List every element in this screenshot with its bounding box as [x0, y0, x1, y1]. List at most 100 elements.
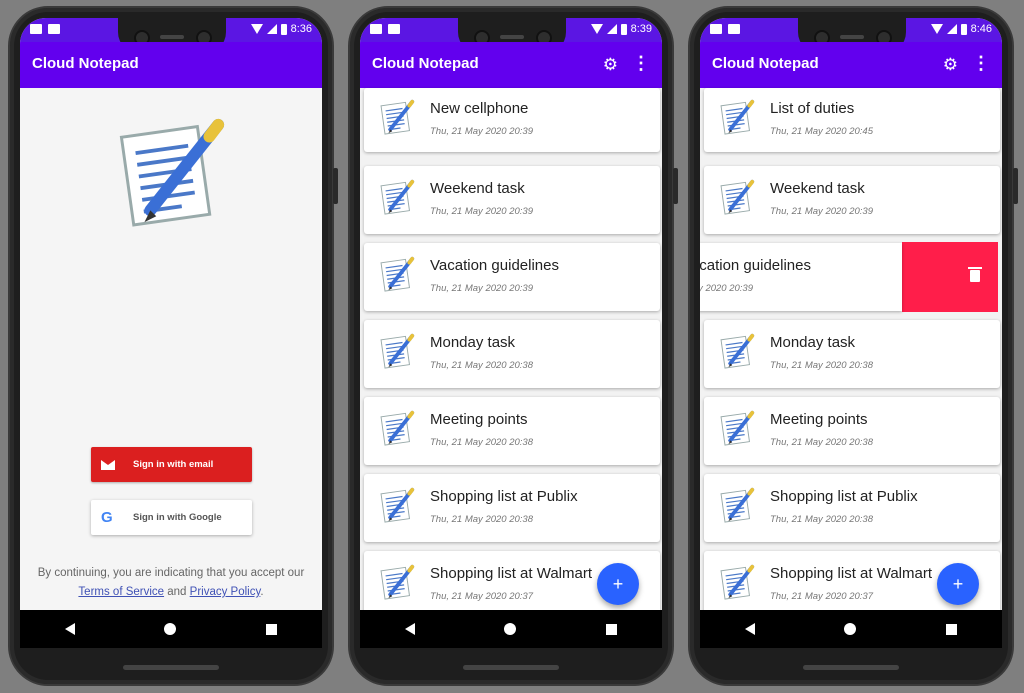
note-icon [718, 409, 756, 447]
note-card[interactable]: Weekend task Thu, 21 May 2020 20:39 [704, 166, 1000, 234]
note-card[interactable]: Weekend task Thu, 21 May 2020 20:39 [364, 166, 660, 234]
app-bar: Cloud Notepad ⚙ ⋮ [700, 42, 1002, 88]
signal-icon [266, 24, 277, 34]
screen: 8:36 Cloud Notepad Sign in with email G … [20, 18, 322, 648]
note-date: Thu, 21 May 2020 20:37 [770, 591, 873, 602]
back-icon[interactable] [744, 623, 755, 635]
app-bar: Cloud Notepad ⚙ ⋮ [360, 42, 662, 88]
note-card[interactable]: Shopping list at Publix Thu, 21 May 2020 … [704, 474, 1000, 542]
gear-icon[interactable]: ⚙ [603, 55, 618, 75]
note-icon [378, 178, 416, 216]
note-card[interactable]: Meeting points Thu, 21 May 2020 20:38 [704, 397, 1000, 465]
back-icon[interactable] [404, 623, 415, 635]
notification-icon [370, 24, 382, 34]
swipe-delete-background[interactable] [902, 242, 998, 312]
note-date: Thu, 21 May 2020 20:39 [700, 283, 753, 294]
power-button [673, 168, 678, 204]
battery-icon [960, 23, 967, 35]
note-icon [378, 332, 416, 370]
home-icon[interactable] [164, 623, 177, 635]
note-icon [718, 486, 756, 524]
battery-icon [280, 23, 287, 35]
note-icon [718, 563, 756, 601]
speaker-grill [840, 35, 864, 39]
more-vert-icon[interactable]: ⋮ [972, 53, 990, 74]
note-icon [378, 98, 416, 136]
signal-icon [606, 24, 617, 34]
add-note-button[interactable]: + [937, 563, 979, 605]
speaker-grill [160, 35, 184, 39]
note-card[interactable]: Monday task Thu, 21 May 2020 20:38 [704, 320, 1000, 388]
note-title: Shopping list at Publix [770, 488, 918, 505]
note-date: Thu, 21 May 2020 20:39 [430, 126, 533, 137]
note-card[interactable]: List of duties Thu, 21 May 2020 20:45 [704, 88, 1000, 152]
system-nav-bar [700, 610, 1002, 648]
wifi-icon [590, 24, 603, 34]
note-date: Thu, 21 May 2020 20:38 [770, 437, 873, 448]
sign-in-google-label: Sign in with Google [133, 512, 222, 523]
recents-icon[interactable] [946, 623, 958, 635]
google-icon: G [101, 509, 113, 526]
battery-icon [620, 23, 627, 35]
signal-icon [946, 24, 957, 34]
note-title: Monday task [770, 334, 856, 351]
screen: 8:39 Cloud Notepad ⚙ ⋮ New cellphone Thu,… [360, 18, 662, 648]
wifi-icon [250, 24, 263, 34]
home-icon[interactable] [844, 623, 857, 635]
speaker-bottom [463, 665, 559, 670]
note-date: Thu, 21 May 2020 20:39 [770, 206, 873, 217]
note-icon [378, 486, 416, 524]
note-card[interactable]: Meeting points Thu, 21 May 2020 20:38 [364, 397, 660, 465]
home-icon[interactable] [504, 623, 517, 635]
notepad-logo [112, 110, 230, 234]
recents-icon[interactable] [606, 623, 618, 635]
note-date: Thu, 21 May 2020 20:38 [430, 514, 533, 525]
sim-icon [48, 24, 60, 34]
login-screen: Sign in with email G Sign in with Google… [20, 88, 322, 620]
note-card-swiped[interactable]: Vacation guidelines Thu, 21 May 2020 20:3… [700, 243, 902, 311]
app-title: Cloud Notepad [712, 55, 819, 72]
note-icon [378, 563, 416, 601]
note-card[interactable]: Vacation guidelines Thu, 21 May 2020 20:3… [364, 243, 660, 311]
back-icon[interactable] [64, 623, 75, 635]
note-card[interactable]: Shopping list at Publix Thu, 21 May 2020 … [364, 474, 660, 542]
note-title: Weekend task [770, 180, 865, 197]
app-bar: Cloud Notepad [20, 42, 322, 88]
note-icon [378, 409, 416, 447]
note-date: Thu, 21 May 2020 20:37 [430, 591, 533, 602]
app-title: Cloud Notepad [372, 55, 479, 72]
phone-swipe-delete: 8:46 Cloud Notepad ⚙ ⋮ List of duties Thu… [688, 6, 1018, 686]
note-title: Vacation guidelines [700, 257, 811, 274]
privacy-policy-link[interactable]: Privacy Policy [190, 586, 261, 598]
sim-icon [388, 24, 400, 34]
note-title: Vacation guidelines [430, 257, 559, 274]
note-title: Meeting points [430, 411, 528, 428]
trash-icon[interactable] [968, 267, 982, 282]
screen: 8:46 Cloud Notepad ⚙ ⋮ List of duties Thu… [700, 18, 1002, 648]
add-note-button[interactable]: + [597, 563, 639, 605]
power-button [1013, 168, 1018, 204]
sim-icon [728, 24, 740, 34]
status-time: 8:46 [970, 23, 992, 35]
power-button [333, 168, 338, 204]
note-date: Thu, 21 May 2020 20:45 [770, 126, 873, 137]
sign-in-google-button[interactable]: G Sign in with Google [91, 500, 252, 535]
more-vert-icon[interactable]: ⋮ [632, 53, 650, 74]
note-date: Thu, 21 May 2020 20:39 [430, 283, 533, 294]
note-card[interactable]: New cellphone Thu, 21 May 2020 20:39 [364, 88, 660, 152]
note-title: Shopping list at Walmart [430, 565, 593, 582]
note-icon [718, 178, 756, 216]
speaker-bottom [803, 665, 899, 670]
note-title: Shopping list at Publix [430, 488, 578, 505]
note-title: Monday task [430, 334, 516, 351]
note-icon [378, 255, 416, 293]
system-nav-bar [360, 610, 662, 648]
sign-in-email-button[interactable]: Sign in with email [91, 447, 252, 482]
gear-icon[interactable]: ⚙ [943, 55, 958, 75]
note-title: List of duties [770, 100, 855, 117]
recents-icon[interactable] [266, 623, 278, 635]
terms-of-service-link[interactable]: Terms of Service [78, 586, 164, 598]
note-icon [718, 332, 756, 370]
phone-notes-list: 8:39 Cloud Notepad ⚙ ⋮ New cellphone Thu,… [348, 6, 678, 686]
note-card[interactable]: Monday task Thu, 21 May 2020 20:38 [364, 320, 660, 388]
